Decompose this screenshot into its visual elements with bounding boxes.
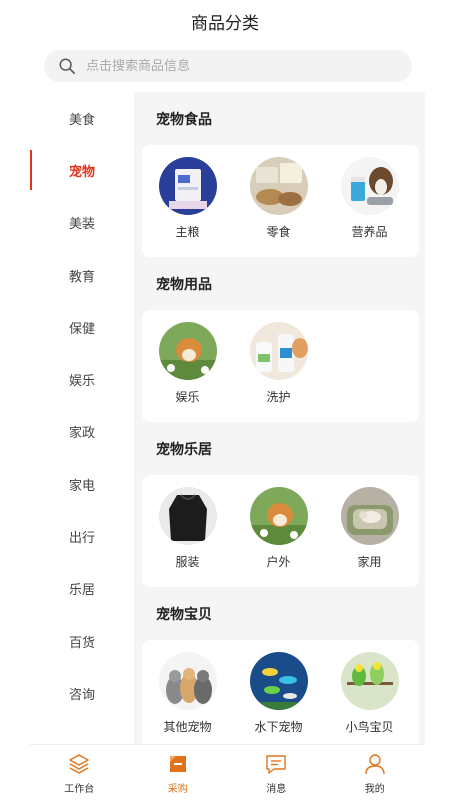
subcategory-label: 洗护 (266, 390, 291, 404)
subcategory-label: 其他宠物 (163, 720, 212, 734)
outdoor-thumbnail (249, 487, 308, 545)
tab-messages[interactable]: 消息 (227, 745, 326, 800)
snacks-thumbnail (249, 157, 308, 215)
subcategory-label: 服装 (175, 555, 200, 569)
subcategory-label: 娱乐 (175, 390, 200, 404)
sidebar-item-pets[interactable]: 宠物 (30, 144, 134, 196)
sidebar-item-beauty[interactable]: 美装 (30, 197, 134, 249)
subcategory-item[interactable]: 小鸟宝贝 (324, 652, 415, 735)
section-title-pet-babies: 宠物宝贝 (156, 606, 212, 623)
subcategory-item[interactable]: 服装 (142, 487, 233, 570)
search-bar[interactable] (44, 50, 412, 82)
birds-thumbnail (340, 652, 399, 710)
sidebar-item-health[interactable]: 保健 (30, 301, 134, 353)
other-pets-thumbnail (158, 652, 217, 710)
search-icon (59, 58, 76, 75)
section-title-pet-living: 宠物乐居 (156, 441, 212, 458)
sidebar-item-living[interactable]: 乐居 (30, 563, 134, 615)
subcategory-label: 小鸟宝贝 (345, 720, 394, 734)
section-title-pet-supplies: 宠物用品 (156, 276, 212, 293)
tab-purchase[interactable]: 采购 (129, 745, 228, 800)
search-input[interactable] (86, 58, 386, 74)
section-card-pet-food: 主粮 零食 营养品 (142, 145, 419, 257)
grooming-thumbnail (249, 322, 308, 380)
home-goods-thumbnail (340, 487, 399, 545)
sidebar-item-education[interactable]: 教育 (30, 249, 134, 301)
aquatic-pets-thumbnail (249, 652, 308, 710)
subcategory-panel: 宠物食品 主粮 零食 营养品 宠物用品 娱乐 洗护 宠物乐居 服装 户外 家用 … (134, 92, 425, 744)
section-card-pet-supplies: 娱乐 洗护 (142, 310, 419, 422)
user-icon (365, 754, 385, 775)
clothing-thumbnail (158, 487, 217, 545)
tab-profile[interactable]: 我的 (326, 745, 425, 800)
supplements-thumbnail (340, 157, 399, 215)
subcategory-item[interactable]: 零食 (233, 157, 324, 240)
subcategory-item[interactable]: 主粮 (142, 157, 233, 240)
subcategory-item[interactable]: 洗护 (233, 322, 324, 405)
subcategory-item[interactable]: 水下宠物 (233, 652, 324, 735)
subcategory-label: 水下宠物 (254, 720, 303, 734)
subcategory-label: 户外 (266, 555, 291, 569)
tab-label: 消息 (266, 784, 287, 795)
message-icon (266, 755, 286, 774)
sidebar-item-appliances[interactable]: 家电 (30, 458, 134, 510)
subcategory-label: 家用 (357, 555, 382, 569)
subcategory-item[interactable]: 家用 (324, 487, 415, 570)
sidebar-item-entertainment[interactable]: 娱乐 (30, 353, 134, 405)
subcategory-label: 零食 (266, 225, 291, 239)
section-title-pet-food: 宠物食品 (156, 111, 212, 128)
category-sidebar: 美食 宠物 美装 教育 保健 娱乐 家政 家电 出行 乐居 百货 咨询 (30, 92, 134, 744)
sidebar-item-food[interactable]: 美食 (30, 92, 134, 144)
subcategory-item[interactable]: 娱乐 (142, 322, 233, 405)
staple-food-thumbnail (158, 157, 217, 215)
layers-icon (69, 754, 89, 774)
subcategory-label: 营养品 (351, 225, 388, 239)
section-card-pet-living: 服装 户外 家用 (142, 475, 419, 587)
subcategory-item[interactable]: 营养品 (324, 157, 415, 240)
subcategory-label: 主粮 (175, 225, 200, 239)
category-page: 商品分类 美食 宠物 美装 教育 保健 娱乐 家政 家电 出行 乐居 百货 咨询… (0, 0, 450, 800)
tab-label: 采购 (167, 784, 188, 795)
page-title: 商品分类 (191, 13, 259, 34)
tab-label: 我的 (364, 784, 385, 795)
bottom-tab-bar: 工作台 采购 消息 我的 (30, 744, 424, 800)
section-card-pet-babies: 其他宠物 水下宠物 小鸟宝贝 (142, 640, 419, 744)
toys-thumbnail (158, 322, 217, 380)
subcategory-item[interactable]: 户外 (233, 487, 324, 570)
tab-workbench[interactable]: 工作台 (30, 745, 129, 800)
subcategory-item[interactable]: 其他宠物 (142, 652, 233, 735)
tab-label: 工作台 (64, 784, 95, 795)
shop-icon (169, 756, 186, 772)
sidebar-item-travel[interactable]: 出行 (30, 510, 134, 562)
sidebar-item-general-goods[interactable]: 百货 (30, 615, 134, 667)
sidebar-item-housekeeping[interactable]: 家政 (30, 406, 134, 458)
sidebar-item-consulting[interactable]: 咨询 (30, 667, 134, 719)
